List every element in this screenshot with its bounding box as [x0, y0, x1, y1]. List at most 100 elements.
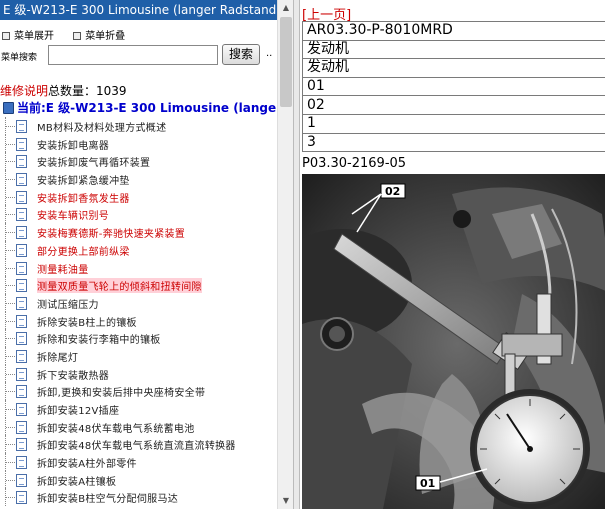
tree-item-label[interactable]: 安装梅赛德斯-奔驰快速夹紧装置	[37, 225, 185, 240]
document-icon	[16, 473, 27, 487]
tree-item[interactable]: MB材料及材料处理方式概述	[0, 117, 280, 135]
tree-item-label[interactable]: 安装拆卸紧急缓冲垫	[37, 172, 130, 187]
tree-item[interactable]: 拆下安装散热器	[0, 364, 280, 383]
count-label: 维修说明	[0, 84, 49, 98]
info-row: 1	[302, 113, 605, 134]
frame-splitter[interactable]	[293, 0, 300, 509]
tree-item[interactable]: 部分更换上部前纵梁	[0, 240, 280, 259]
tree-item-label[interactable]: 安装车辆识别号	[37, 207, 109, 222]
tree-item-label[interactable]: 安装拆卸电离器	[37, 137, 109, 152]
info-cell: 1	[302, 113, 605, 134]
document-icon	[16, 208, 27, 222]
tree-item[interactable]: 测量耗油量	[0, 258, 280, 277]
document-icon	[16, 438, 27, 452]
current-node[interactable]: 当前:E 级-W213-E 300 Limousine (langer Rads…	[3, 99, 283, 116]
document-icon	[16, 261, 27, 275]
tree-item-label[interactable]: 安装拆卸废气再循环装置	[37, 154, 150, 169]
document-icon	[16, 420, 27, 434]
document-icon	[16, 137, 27, 151]
document-icon	[16, 456, 27, 470]
tree-item-label[interactable]: 拆除尾灯	[37, 349, 78, 364]
tree-item-label[interactable]: 测量双质量飞轮上的倾斜和扭转间隙	[37, 278, 202, 294]
scroll-down-icon[interactable]: ▼	[278, 493, 293, 509]
info-cell: 发动机	[302, 39, 605, 60]
document-icon	[16, 367, 27, 381]
menu-title: E 级-W213-E 300 Limousine (langer Radstan…	[0, 0, 277, 20]
document-icon	[16, 403, 27, 416]
tree-item[interactable]: 测量双质量飞轮上的倾斜和扭转间隙	[0, 276, 280, 294]
repair-photo-svg: 02 01	[302, 174, 605, 509]
tree-item-label[interactable]: 拆卸安装48伏车载电气系统蓄电池	[37, 420, 195, 435]
search-input[interactable]	[48, 45, 218, 65]
search-button[interactable]: 搜索	[222, 44, 260, 65]
tree-item-label[interactable]: 拆卸安装A柱镶板	[37, 473, 116, 488]
info-cell: 01	[302, 76, 605, 97]
tree-item-label[interactable]: 拆除安装B柱上的镶板	[37, 314, 137, 329]
info-cell: 3	[302, 132, 605, 153]
more-link[interactable]: ..	[266, 48, 272, 59]
document-icon	[16, 332, 27, 346]
image-reference: P03.30-2169-05	[302, 156, 407, 171]
tree-item-label[interactable]: 拆卸安装48伏车载电气系统直流直流转换器	[37, 437, 236, 452]
tree-item[interactable]: 拆卸安装A柱外部零件	[0, 453, 280, 471]
info-table: AR03.30-P-8010MRD 发动机 发动机 01 02 1 3	[302, 21, 605, 153]
document-icon	[16, 190, 27, 204]
tree-item-label[interactable]: 拆卸,更换和安装后排中央座椅安全带	[37, 384, 205, 399]
tree-item-label[interactable]: MB材料及材料处理方式概述	[37, 119, 166, 134]
tree-item-label[interactable]: 部分更换上部前纵梁	[37, 243, 130, 258]
book-icon	[3, 102, 14, 114]
info-row: 发动机	[302, 58, 605, 78]
document-icon	[16, 314, 27, 328]
menu-frame: E 级-W213-E 300 Limousine (langer Radstan…	[0, 0, 293, 509]
info-row: 01	[302, 76, 605, 97]
total-count: 维修说明总数量：1039	[0, 82, 127, 99]
search-label: 菜单搜索	[1, 53, 38, 63]
info-row: 发动机	[302, 39, 605, 60]
tree-item-label[interactable]: 拆卸安装B柱空气分配伺服马达	[37, 490, 178, 505]
scrollbar-thumb[interactable]	[280, 17, 292, 107]
document-icon	[16, 226, 27, 240]
tree-item-label[interactable]: 安装拆卸香氛发生器	[37, 190, 130, 205]
tree-item[interactable]: 拆卸,更换和安装后排中央座椅安全带	[0, 382, 280, 400]
tree-item[interactable]: 拆卸安装12V插座	[0, 400, 280, 418]
tree-item[interactable]: 测试压缩压力	[0, 293, 280, 312]
tree-item[interactable]: 安装拆卸香氛发生器	[0, 187, 280, 206]
content-frame: [上一页] AR03.30-P-8010MRD 发动机 发动机 01 02 1 3 P03.…	[300, 0, 605, 509]
tree-item-label[interactable]: 拆除和安装行李箱中的镶板	[37, 331, 161, 346]
menu-tree: MB材料及材料处理方式概述 安装拆卸电离器安装拆卸废气再循环装置 安装拆卸紧急缓冲垫…	[0, 117, 280, 507]
tree-item-label[interactable]: 测试压缩压力	[37, 296, 99, 311]
menu-expand-link[interactable]: 菜单展开	[14, 31, 54, 42]
scroll-up-icon[interactable]: ▲	[278, 0, 293, 16]
document-icon	[16, 349, 27, 363]
tree-item[interactable]: 拆卸安装B柱空气分配伺服马达	[0, 488, 280, 507]
repair-photo: 02 01	[302, 174, 605, 509]
tree-item[interactable]: 拆卸安装48伏车载电气系统蓄电池	[0, 417, 280, 436]
document-icon	[16, 385, 27, 399]
tree-item[interactable]: 拆卸安装A柱镶板	[0, 470, 280, 489]
tree-item-label[interactable]: 拆卸安装12V插座	[37, 402, 119, 417]
info-row: 3	[302, 132, 605, 153]
tree-item[interactable]: 安装拆卸紧急缓冲垫	[0, 170, 280, 188]
tree-item[interactable]: 安装梅赛德斯-奔驰快速夹紧装置	[0, 223, 280, 241]
tree-item[interactable]: 拆除尾灯	[0, 346, 280, 365]
tree-item[interactable]: 安装车辆识别号	[0, 205, 280, 224]
tree-item[interactable]: 安装拆卸废气再循环装置	[0, 152, 280, 171]
count-value: 总数量：1039	[48, 84, 127, 98]
menu-toggle-row: 菜单展开 菜单折叠	[2, 27, 141, 42]
tree-item-label[interactable]: 拆卸安装A柱外部零件	[37, 455, 137, 470]
collapse-square-icon[interactable]	[73, 32, 82, 40]
expand-square-icon[interactable]	[2, 32, 10, 40]
menu-collapse-link[interactable]: 菜单折叠	[85, 31, 125, 42]
tree-item[interactable]: 拆卸安装48伏车载电气系统直流直流转换器	[0, 435, 280, 454]
tree-item-label[interactable]: 拆下安装散热器	[37, 367, 109, 382]
tree-item[interactable]: 安装拆卸电离器	[0, 134, 280, 153]
info-cell: 发动机	[302, 58, 605, 78]
callout-01-label: 01	[420, 477, 435, 490]
tree-item-label[interactable]: 测量耗油量	[37, 261, 89, 276]
document-icon	[16, 279, 27, 293]
callout-02-label: 02	[385, 185, 400, 198]
tree-item[interactable]: 拆除安装B柱上的镶板	[0, 311, 280, 330]
document-icon	[16, 155, 27, 169]
menu-scrollbar[interactable]: ▲ ▼	[277, 0, 293, 509]
tree-item[interactable]: 拆除和安装行李箱中的镶板	[0, 329, 280, 347]
